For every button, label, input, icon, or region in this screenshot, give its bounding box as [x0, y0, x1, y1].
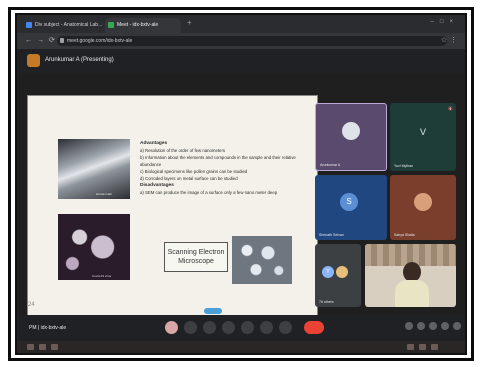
tab-meet[interactable]: Meet - idx-bxtv-ale: [105, 18, 181, 33]
participant-initial: S: [340, 193, 358, 211]
sem-label-line: Microscope: [178, 258, 214, 265]
tab-anatomical-lab[interactable]: Div subject - Anatomical Lab...: [23, 18, 105, 33]
human-hair-image: [58, 139, 130, 199]
participant-name: Sahya Shaila: [394, 233, 415, 237]
activities-icon[interactable]: [441, 322, 449, 330]
meeting-time: PM | idx-bxtv-ale: [29, 325, 67, 331]
others-tile[interactable]: Y 76 others: [315, 244, 361, 307]
nav-buttons[interactable]: ←→⟳: [25, 36, 60, 44]
participant-tile[interactable]: S Shrinath Selvan: [315, 175, 387, 240]
video-tile[interactable]: [365, 244, 456, 307]
advantage-item: d) Corroded layers on metal surface can …: [140, 176, 238, 181]
participant-name: Shrinath Selvan: [319, 233, 344, 237]
slide-watermark: 24: [28, 302, 35, 308]
hair-caption: Human Hair: [96, 192, 113, 196]
participant-tile[interactable]: 🔇 V Yuvi Mythan: [390, 103, 456, 171]
address-bar-row: ←→⟳ meet.google.com/idx-bxtv-ale ☆⋮: [17, 33, 465, 49]
screen: Div subject - Anatomical Lab... Meet - i…: [15, 13, 467, 355]
presenter-label: Arunkumar A (Presenting): [45, 57, 114, 63]
disadvantage-item: a) SEM can produce the image of a surfac…: [140, 190, 278, 195]
disadvantages-heading: Disadvantages: [140, 183, 174, 188]
tray-icon[interactable]: [407, 344, 414, 350]
advantage-item: b) Information about the elements and co…: [140, 155, 296, 167]
new-tab-icon[interactable]: +: [187, 18, 192, 27]
end-call-button[interactable]: [304, 321, 324, 334]
tab-favicon-icon: [26, 22, 32, 28]
url-field[interactable]: meet.google.com/idx-bxtv-ale: [57, 36, 447, 46]
os-taskbar: [17, 341, 465, 353]
participant-name: Yuvi Mythan: [394, 164, 414, 168]
tray-icon[interactable]: [419, 344, 426, 350]
participant-avatar: [336, 266, 348, 278]
info-icon[interactable]: [405, 322, 413, 330]
mic-muted-icon: 🔇: [448, 106, 453, 111]
sem-label-line: Scanning Electron: [167, 249, 225, 256]
tab-label: Div subject - Anatomical Lab...: [35, 22, 103, 28]
advantage-item: a) Resolution of the order of few nanome…: [140, 148, 226, 153]
meet-header: Arunkumar A (Presenting): [17, 49, 465, 73]
people-icon[interactable]: [417, 322, 425, 330]
participant-initial: V: [414, 123, 432, 141]
participant-tile[interactable]: Sahya Shaila: [390, 175, 456, 240]
shared-slide: Human Hair Covid-19 virus Advantages a) …: [27, 95, 318, 317]
participant-initial: Y: [322, 266, 334, 278]
meet-favicon-icon: [108, 22, 114, 28]
chat-icon[interactable]: [429, 322, 437, 330]
participant-avatar: [414, 193, 432, 211]
lock-icon[interactable]: [453, 322, 461, 330]
camera-button[interactable]: [184, 321, 197, 334]
outer-border: Div subject - Anatomical Lab... Meet - i…: [8, 7, 474, 361]
taskbar-app-icon[interactable]: [51, 344, 58, 350]
captions-button[interactable]: [203, 321, 216, 334]
url-text: meet.google.com/idx-bxtv-ale: [67, 38, 133, 44]
tab-label: Meet - idx-bxtv-ale: [117, 22, 159, 28]
person-body: [395, 280, 429, 307]
advantages-heading: Advantages: [140, 141, 168, 146]
others-count: 76 others: [319, 300, 334, 304]
person-head: [403, 262, 421, 282]
participant-tile[interactable]: Arunkumar A: [315, 103, 387, 171]
participant-avatar: [342, 122, 360, 140]
window-controls[interactable]: –□×: [431, 19, 459, 25]
mic-button[interactable]: [165, 321, 178, 334]
taskbar-app-icon[interactable]: [39, 344, 46, 350]
meeting-controls-bar: PM | idx-bxtv-ale: [17, 315, 465, 341]
raise-hand-button[interactable]: [222, 321, 235, 334]
advantage-item: c) Biological specimens like pollen grai…: [140, 169, 248, 174]
more-options-button[interactable]: [279, 321, 292, 334]
lock-icon: [60, 38, 64, 43]
side-panel-icons: [403, 320, 465, 334]
slide-text: Advantages a) Resolution of the order of…: [140, 140, 315, 196]
slide-page-indicator[interactable]: [204, 308, 222, 314]
present-button[interactable]: [241, 321, 254, 334]
virus-image: [58, 214, 130, 280]
pollen-image: [232, 236, 292, 284]
tray-icon[interactable]: [431, 344, 438, 350]
virus-caption: Covid-19 virus: [92, 274, 112, 278]
browser-menu-icons[interactable]: ☆⋮: [441, 36, 460, 44]
start-icon[interactable]: [27, 344, 34, 350]
emoji-button[interactable]: [260, 321, 273, 334]
browser-tab-bar: Div subject - Anatomical Lab... Meet - i…: [17, 15, 465, 33]
sem-label-box: Scanning Electron Microscope: [164, 242, 228, 272]
participant-name: Arunkumar A: [320, 163, 341, 167]
presenter-avatar: [27, 54, 40, 67]
